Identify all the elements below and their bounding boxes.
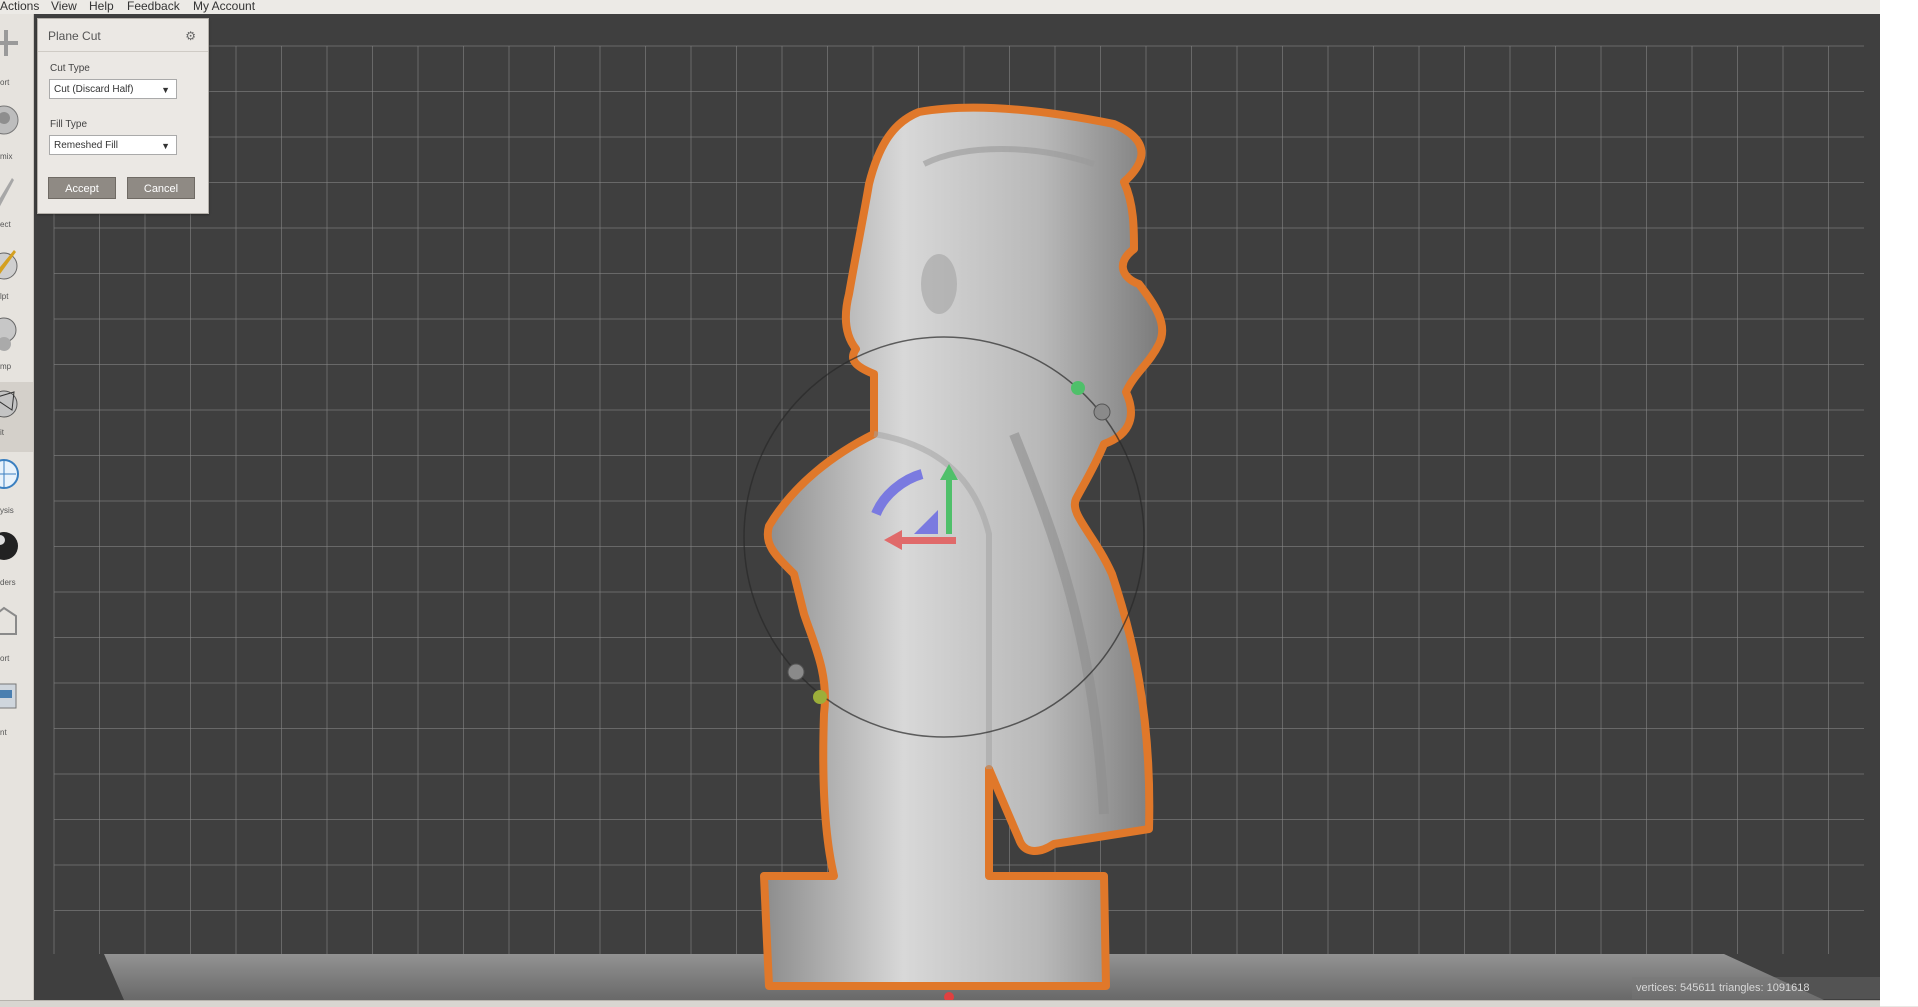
shaders-icon — [0, 532, 18, 560]
tool-edit[interactable]: it — [0, 382, 33, 452]
tool-sidebar: ort mix ect lpt mp it ysis ders ort nt — [0, 14, 34, 1006]
export-icon — [0, 606, 17, 635]
panel-title: Plane Cut — [48, 29, 101, 43]
cancel-button[interactable]: Cancel — [127, 177, 195, 199]
select-icon — [0, 178, 14, 207]
plane-cut-panel: Plane Cut ⚙ Cut Type Cut (Discard Half) … — [37, 18, 209, 214]
menu-help[interactable]: Help — [89, 0, 114, 12]
print-icon — [0, 683, 17, 709]
tool-analysis[interactable]: ysis — [0, 454, 33, 524]
mesh-stats: vertices: 545611 triangles: 1091618 — [1632, 977, 1880, 999]
gizmo-handle-s[interactable] — [787, 663, 805, 681]
tool-select[interactable]: ect — [0, 172, 33, 242]
gizmo-y-arrow-shaft[interactable] — [946, 476, 952, 534]
analysis-icon — [0, 459, 19, 489]
menu-my-account[interactable]: My Account — [193, 0, 255, 12]
tool-sculpt[interactable]: lpt — [0, 242, 33, 312]
ear-detail — [921, 254, 957, 314]
scene-canvas[interactable] — [34, 14, 1880, 1000]
3d-viewport[interactable] — [34, 14, 1880, 1000]
cut-type-label: Cut Type — [50, 63, 90, 74]
cut-type-value: Cut (Discard Half) — [54, 84, 134, 95]
menu-view[interactable]: View — [51, 0, 77, 12]
fill-type-value: Remeshed Fill — [54, 140, 118, 151]
tool-meshmix[interactable]: mix — [0, 100, 33, 170]
chevron-down-icon: ▼ — [161, 141, 170, 151]
gear-icon[interactable]: ⚙ — [185, 29, 196, 43]
tool-stamp[interactable]: mp — [0, 310, 33, 380]
accept-button[interactable]: Accept — [48, 177, 116, 199]
stamp-icon — [0, 317, 17, 351]
tool-shaders[interactable]: ders — [0, 526, 33, 596]
menu-feedback[interactable]: Feedback — [127, 0, 180, 12]
import-icon — [0, 30, 18, 56]
chevron-down-icon: ▼ — [161, 85, 170, 95]
menu-bar: Actions View Help Feedback My Account — [0, 0, 1880, 14]
right-edge — [1880, 0, 1918, 1006]
gizmo-handle-green[interactable] — [1071, 381, 1085, 395]
tool-export[interactable]: ort — [0, 604, 33, 674]
gizmo-handle-w[interactable] — [1093, 403, 1111, 421]
cut-type-select[interactable]: Cut (Discard Half) ▼ — [49, 79, 177, 99]
tool-print[interactable]: nt — [0, 678, 33, 748]
gizmo-handle-yellow[interactable] — [813, 690, 827, 704]
tool-import[interactable]: ort — [0, 28, 33, 98]
meshmix-icon — [0, 105, 19, 135]
gizmo-x-arrow-shaft[interactable] — [900, 537, 956, 544]
panel-divider — [38, 51, 208, 52]
edit-icon — [0, 390, 18, 418]
sculpt-icon — [0, 250, 18, 280]
menu-actions[interactable]: Actions — [0, 0, 39, 12]
fill-type-label: Fill Type — [50, 119, 88, 130]
fill-type-select[interactable]: Remeshed Fill ▼ — [49, 135, 177, 155]
